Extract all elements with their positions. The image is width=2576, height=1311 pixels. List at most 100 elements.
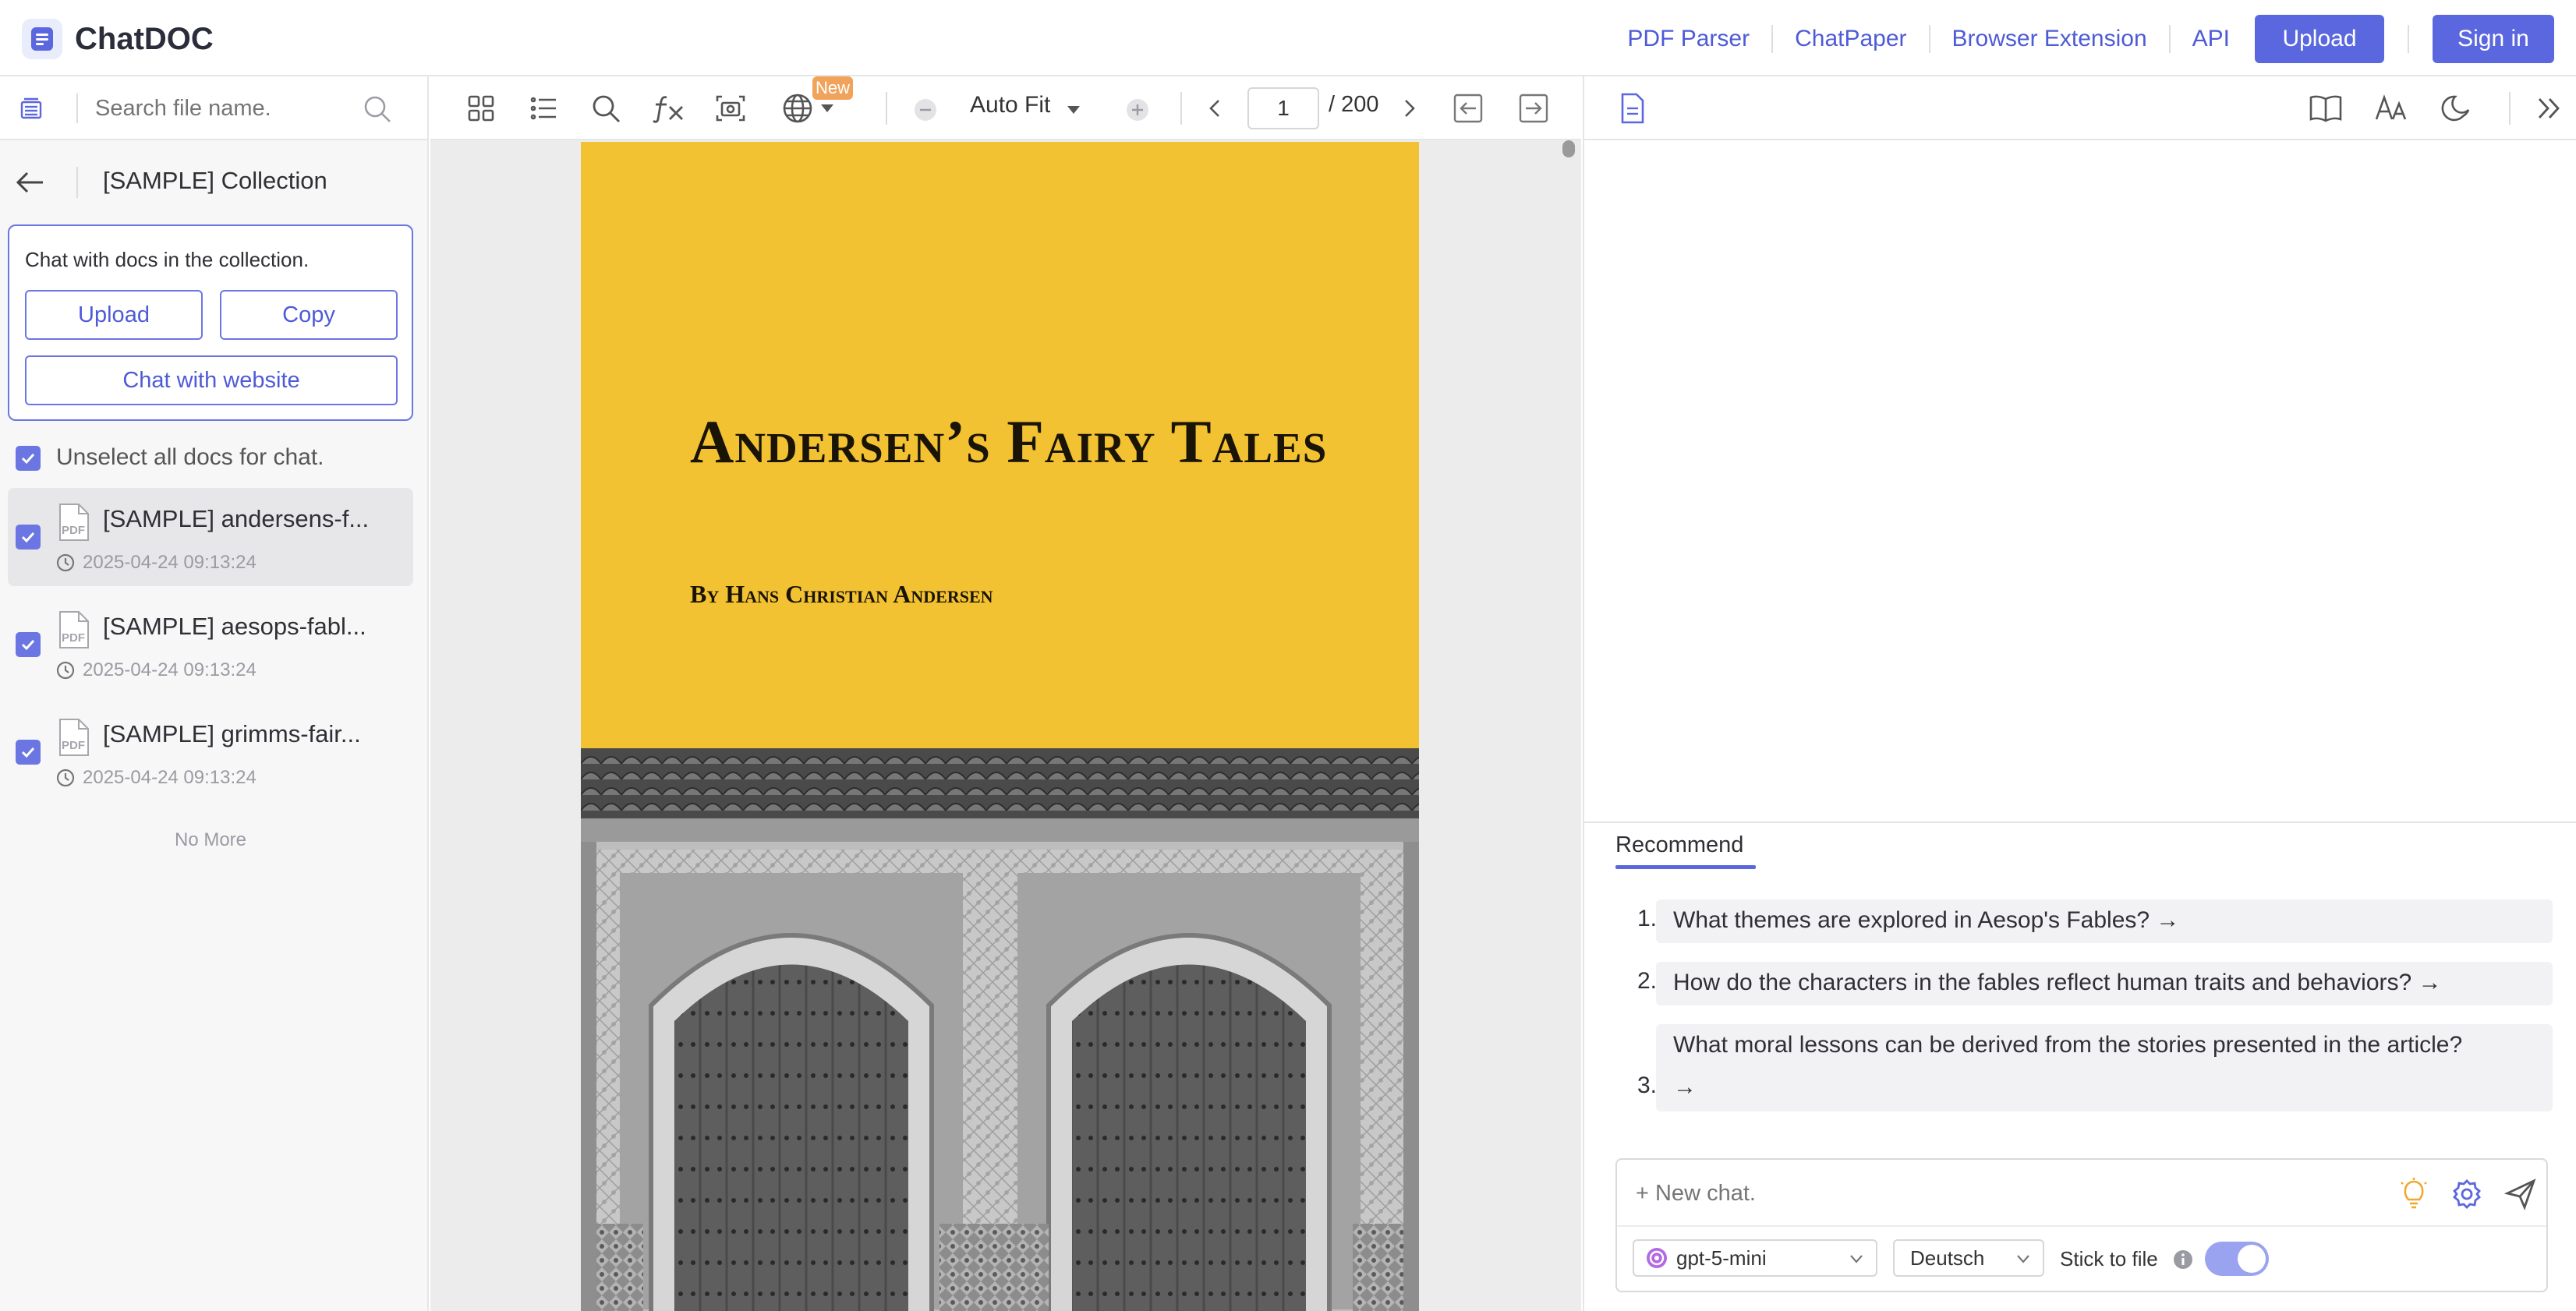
- first-page-icon[interactable]: [1452, 92, 1484, 125]
- page-number-input[interactable]: 1: [1247, 87, 1319, 129]
- cover-doorway-photo: [581, 748, 1419, 1311]
- chevron-down-icon: [1848, 1250, 1865, 1267]
- pdf-viewer-area: Andersen’s Fairy Tales By Hans Christian…: [430, 140, 1581, 1311]
- document-checkbox[interactable]: [16, 632, 41, 657]
- document-sidebar: [SAMPLE] Collection Chat with docs in th…: [0, 76, 429, 1311]
- reading-mode-book-icon[interactable]: [2308, 90, 2344, 126]
- file-search-bar: [0, 76, 427, 140]
- chevron-down-icon[interactable]: [1065, 101, 1082, 118]
- zoom-select[interactable]: Auto Fit: [970, 92, 1050, 118]
- recommendation-item[interactable]: What themes are explored in Aesop's Fabl…: [1656, 899, 2553, 943]
- collection-actions-card: Chat with docs in the collection. Upload…: [8, 224, 413, 421]
- next-page-icon[interactable]: [1397, 97, 1421, 120]
- toolbar-divider: [2509, 92, 2511, 125]
- pdf-file-icon: PDF: [55, 717, 92, 758]
- recommend-divider: [1584, 822, 2576, 823]
- upload-button[interactable]: Upload: [2255, 15, 2384, 63]
- document-item[interactable]: PDF [SAMPLE] grimms-fair... 2025-04-24 0…: [8, 703, 413, 801]
- toolbar-divider: [886, 92, 887, 125]
- nav-link-api[interactable]: API: [2171, 26, 2252, 52]
- search-icon[interactable]: [360, 92, 395, 126]
- no-more-label: No More: [174, 829, 247, 850]
- dark-mode-moon-icon[interactable]: [2439, 90, 2475, 126]
- send-icon[interactable]: [2503, 1177, 2539, 1211]
- chat-panel-toolbar: [1583, 76, 2576, 140]
- document-title: [SAMPLE] grimms-fair...: [103, 720, 361, 747]
- recommendation-text: What moral lessons can be derived from t…: [1673, 1032, 2463, 1058]
- document-item[interactable]: PDF [SAMPLE] aesops-fabl... 2025-04-24 0…: [8, 595, 413, 694]
- font-size-icon[interactable]: [2373, 90, 2409, 126]
- svg-text:PDF: PDF: [62, 524, 85, 537]
- recommendation-text: What themes are explored in Aesop's Fabl…: [1673, 907, 2180, 933]
- toolbar-divider: [1180, 92, 1182, 125]
- back-arrow-icon[interactable]: [12, 165, 47, 200]
- recommendation-number: 2.: [1637, 968, 1658, 994]
- stick-to-file-label: Stick to file: [2060, 1247, 2158, 1270]
- screenshot-camera-icon[interactable]: [713, 90, 748, 126]
- chevron-down-icon: [2015, 1250, 2032, 1267]
- info-icon[interactable]: [2172, 1249, 2194, 1270]
- clock-icon: [55, 552, 76, 574]
- lightbulb-icon[interactable]: [2397, 1177, 2431, 1211]
- recommend-tab-underline: [1615, 865, 1756, 869]
- new-badge: New: [812, 76, 853, 100]
- toggle-knob: [2238, 1245, 2266, 1273]
- chat-input[interactable]: [1634, 1171, 2336, 1216]
- recommend-tab[interactable]: Recommend: [1615, 832, 1743, 858]
- settings-gear-icon[interactable]: [2450, 1177, 2484, 1211]
- brand[interactable]: ChatDOC: [22, 19, 214, 59]
- nav-link-browser-extension[interactable]: Browser Extension: [1930, 26, 2169, 52]
- model-name: gpt-5-mini: [1676, 1246, 1767, 1270]
- last-page-icon[interactable]: [1517, 92, 1550, 125]
- book-author: By Hans Christian Andersen: [690, 580, 993, 608]
- zoom-out-icon[interactable]: [912, 97, 939, 123]
- previous-page-icon[interactable]: [1204, 97, 1227, 120]
- collection-copy-button[interactable]: Copy: [220, 290, 398, 340]
- language-value: Deutsch: [1910, 1246, 1985, 1270]
- language-select[interactable]: Deutsch: [1893, 1239, 2044, 1277]
- zoom-in-icon[interactable]: [1124, 97, 1151, 123]
- document-item[interactable]: PDF [SAMPLE] andersens-f... 2025-04-24 0…: [8, 488, 413, 586]
- search-divider: [76, 94, 78, 123]
- chevron-down-icon[interactable]: [819, 100, 836, 117]
- collection-title: [SAMPLE] Collection: [103, 167, 327, 194]
- model-select[interactable]: gpt-5-mini: [1633, 1239, 1877, 1277]
- top-nav-bar: ChatDOC PDF Parser ChatPaper Browser Ext…: [0, 0, 2576, 76]
- nav-link-chatpaper[interactable]: ChatPaper: [1773, 26, 1928, 52]
- unselect-all-row[interactable]: Unselect all docs for chat.: [16, 443, 421, 474]
- viewer-scrollbar[interactable]: [1562, 140, 1575, 157]
- document-title: [SAMPLE] andersens-f...: [103, 505, 370, 532]
- outline-list-icon[interactable]: [525, 90, 561, 126]
- search-input[interactable]: [94, 87, 351, 129]
- thumbnails-icon[interactable]: [463, 90, 499, 126]
- formula-icon[interactable]: [650, 90, 686, 126]
- nav-link-pdf-parser[interactable]: PDF Parser: [1605, 26, 1771, 52]
- chatdoc-logo-icon: [22, 19, 62, 59]
- unselect-all-checkbox[interactable]: [16, 446, 41, 471]
- stick-to-file-toggle[interactable]: [2205, 1242, 2269, 1276]
- app-root: ChatDOC PDF Parser ChatPaper Browser Ext…: [0, 0, 2576, 1311]
- chat-panel: Recommend 1. What themes are explored in…: [1583, 140, 2576, 1311]
- recommendation-item[interactable]: What moral lessons can be derived from t…: [1656, 1024, 2553, 1111]
- recommendation-item[interactable]: How do the characters in the fables refl…: [1656, 962, 2553, 1005]
- sign-in-button[interactable]: Sign in: [2433, 15, 2554, 63]
- recommendation-number: 1.: [1637, 906, 1658, 931]
- search-icon[interactable]: [588, 90, 624, 126]
- chat-box-divider: [1617, 1225, 2546, 1227]
- document-date: 2025-04-24 09:13:24: [83, 552, 257, 573]
- translate-globe-icon[interactable]: [778, 90, 817, 126]
- app-name: ChatDOC: [75, 21, 214, 56]
- document-checkbox[interactable]: [16, 525, 41, 549]
- document-checkbox[interactable]: [16, 740, 41, 765]
- clock-icon: [55, 659, 76, 681]
- header-divider: [76, 167, 78, 198]
- chat-with-website-button[interactable]: Chat with website: [25, 355, 398, 405]
- collapse-panel-icon[interactable]: [2534, 94, 2564, 123]
- svg-text:PDF: PDF: [62, 631, 85, 645]
- document-icon[interactable]: [1617, 92, 1648, 125]
- collection-upload-button[interactable]: Upload: [25, 290, 203, 340]
- clock-icon: [55, 767, 76, 789]
- file-list-icon[interactable]: [16, 94, 47, 125]
- collection-hint: Chat with docs in the collection.: [25, 248, 310, 271]
- document-date: 2025-04-24 09:13:24: [83, 767, 257, 788]
